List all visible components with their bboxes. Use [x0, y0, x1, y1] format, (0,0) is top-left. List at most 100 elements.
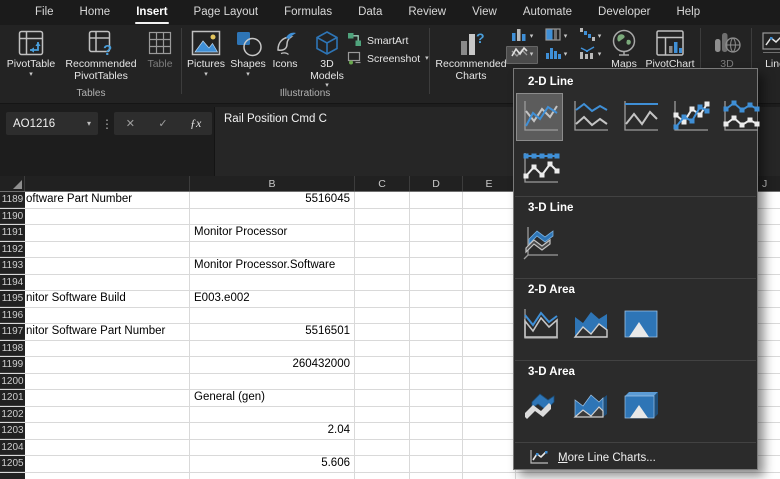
pivotchart-button[interactable]: PivotChart: [644, 27, 696, 71]
cell-a[interactable]: [25, 341, 190, 357]
cell-b[interactable]: General (gen): [190, 390, 355, 406]
cell-c[interactable]: [355, 275, 410, 291]
cell-b[interactable]: 260432000: [190, 357, 355, 373]
row-header[interactable]: 1197: [0, 324, 25, 340]
chart-type-area[interactable]: [516, 301, 563, 349]
row-header[interactable]: 1204: [0, 440, 25, 456]
cell-d[interactable]: [410, 242, 463, 258]
chart-type-100-stacked-line-with-markers[interactable]: [516, 145, 563, 193]
screenshot-button[interactable]: Screenshot ▾: [347, 50, 429, 68]
column-header-d[interactable]: D: [410, 176, 463, 191]
row-header[interactable]: [0, 473, 25, 479]
tab-file[interactable]: File: [22, 0, 67, 25]
row-header[interactable]: 1189: [0, 192, 25, 208]
cell-e[interactable]: [463, 192, 516, 208]
cell-d[interactable]: [410, 341, 463, 357]
chart-type-3d-area[interactable]: [516, 383, 563, 431]
chart-type-3d-line[interactable]: [516, 219, 563, 267]
cell-a[interactable]: nitor Software Part Number: [25, 324, 190, 340]
insert-waterfall-chart-button[interactable]: ▾: [574, 28, 606, 46]
cell-a[interactable]: [25, 374, 190, 390]
cell-c[interactable]: [355, 209, 410, 225]
row-header[interactable]: 1193: [0, 258, 25, 274]
cell-a[interactable]: [25, 308, 190, 324]
cell-c[interactable]: [355, 423, 410, 439]
chart-type-100-stacked-line[interactable]: [616, 93, 663, 141]
cell-a[interactable]: [25, 209, 190, 225]
cell-e[interactable]: [463, 374, 516, 390]
chart-type-stacked-line[interactable]: [566, 93, 613, 141]
insert-hierarchy-chart-button[interactable]: ▾: [540, 28, 572, 46]
row-header[interactable]: 1192: [0, 242, 25, 258]
row-header[interactable]: 1199: [0, 357, 25, 373]
row-header[interactable]: 1198: [0, 341, 25, 357]
chart-type-line-with-markers[interactable]: [666, 93, 713, 141]
cell-e[interactable]: [463, 407, 516, 423]
cell-c[interactable]: [355, 407, 410, 423]
row-header[interactable]: 1201: [0, 390, 25, 406]
cell-b[interactable]: [190, 440, 355, 456]
cell-e[interactable]: [463, 308, 516, 324]
cell-b[interactable]: E003.e002: [190, 291, 355, 307]
chart-type-3d-stacked-area[interactable]: [566, 383, 613, 431]
cell-c[interactable]: [355, 291, 410, 307]
insert-combo-chart-button[interactable]: ▾: [574, 46, 606, 64]
cell-b[interactable]: 5516045: [190, 192, 355, 208]
pivottable-button[interactable]: PivotTable ▾: [4, 27, 58, 79]
cell-b[interactable]: [190, 308, 355, 324]
3d-models-button[interactable]: 3D Models ▾: [304, 27, 350, 90]
cell-b[interactable]: [190, 242, 355, 258]
chart-type-100-stacked-area[interactable]: [616, 301, 663, 349]
cell-d[interactable]: [410, 357, 463, 373]
cell-c[interactable]: [355, 357, 410, 373]
cell-c[interactable]: [355, 192, 410, 208]
cell-c[interactable]: [355, 440, 410, 456]
cell-b[interactable]: 5.606: [190, 456, 355, 472]
cancel-icon[interactable]: ✕: [114, 112, 147, 135]
chart-type-stacked-area[interactable]: [566, 301, 613, 349]
cell-e[interactable]: [463, 456, 516, 472]
cell-c[interactable]: [355, 308, 410, 324]
cell-b[interactable]: 2.04: [190, 423, 355, 439]
cell-b[interactable]: Monitor Processor: [190, 225, 355, 241]
cell-d[interactable]: [410, 192, 463, 208]
insert-line-chart-button[interactable]: ▾: [506, 46, 538, 64]
row-header[interactable]: 1195: [0, 291, 25, 307]
tab-insert[interactable]: Insert: [123, 0, 180, 25]
cell-a[interactable]: [25, 258, 190, 274]
shapes-button[interactable]: Shapes ▾: [228, 27, 268, 79]
chart-type-stacked-line-with-markers[interactable]: [716, 93, 763, 141]
cell-e[interactable]: [463, 324, 516, 340]
cell-d[interactable]: [410, 275, 463, 291]
cell-d[interactable]: [410, 423, 463, 439]
cell-c[interactable]: [355, 390, 410, 406]
cell-d[interactable]: [410, 209, 463, 225]
row-header[interactable]: 1196: [0, 308, 25, 324]
cell-d[interactable]: [410, 390, 463, 406]
tab-developer[interactable]: Developer: [585, 0, 663, 25]
tab-page-layout[interactable]: Page Layout: [181, 0, 272, 25]
cell-b[interactable]: Monitor Processor.Software: [190, 258, 355, 274]
cell-e[interactable]: [463, 341, 516, 357]
cell-e[interactable]: [463, 440, 516, 456]
chart-type-3d-100-stacked-area[interactable]: [616, 383, 663, 431]
row-header[interactable]: 1191: [0, 225, 25, 241]
cell-e[interactable]: [463, 291, 516, 307]
cell-a[interactable]: [25, 242, 190, 258]
cell-d[interactable]: [410, 407, 463, 423]
cell-d[interactable]: [410, 225, 463, 241]
chart-type-line[interactable]: [516, 93, 563, 141]
cell-c[interactable]: [355, 225, 410, 241]
cell-e[interactable]: [463, 225, 516, 241]
cell-d[interactable]: [410, 440, 463, 456]
column-header-b[interactable]: B: [190, 176, 355, 191]
cell-e[interactable]: [463, 258, 516, 274]
cell-a[interactable]: oftware Part Number: [25, 192, 190, 208]
recommended-charts-button[interactable]: ? Recommended Charts: [433, 27, 509, 82]
column-header-a[interactable]: [25, 176, 190, 191]
cell-c[interactable]: [355, 374, 410, 390]
cell-c[interactable]: [355, 242, 410, 258]
3d-map-button[interactable]: 3D: [704, 27, 750, 71]
cell-a[interactable]: [25, 407, 190, 423]
cell-a[interactable]: [25, 275, 190, 291]
